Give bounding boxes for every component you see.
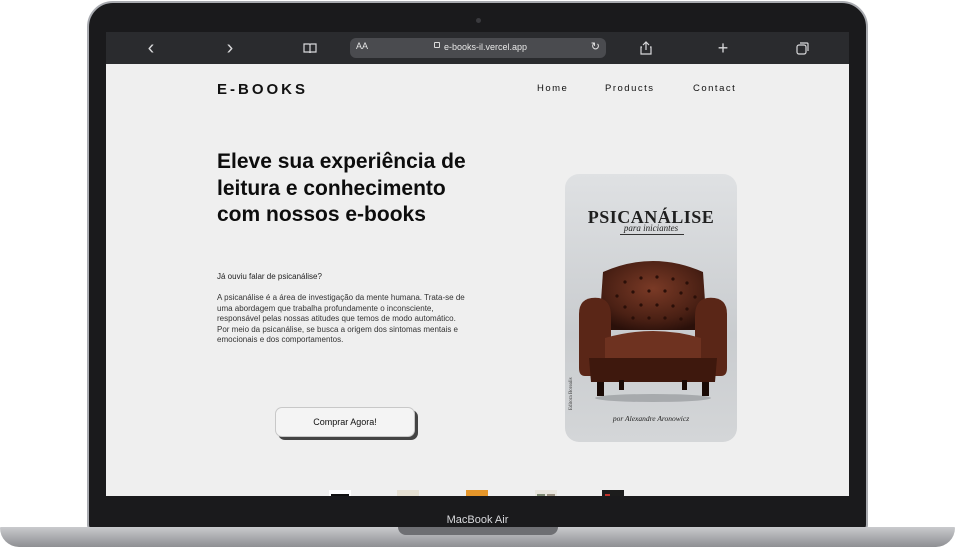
nav-contact[interactable]: Contact	[693, 83, 736, 94]
camera-icon	[476, 18, 481, 23]
featured-book-cover[interactable]: PSICANÁLISE para iniciantes Editora Bore…	[565, 174, 737, 442]
book-author: por Alexandre Aronowicz	[612, 414, 690, 423]
web-page: E-BOOKS Home Products Contact Eleve sua …	[106, 64, 849, 496]
tabs-overview-icon[interactable]	[790, 32, 814, 64]
buy-now-button[interactable]: Comprar Agora!	[275, 407, 415, 437]
back-icon[interactable]: ‹	[139, 32, 163, 64]
site-logo[interactable]: E-BOOKS	[217, 81, 308, 98]
book-thumbnail-5[interactable]	[602, 490, 624, 496]
browser-toolbar: ‹ › AA e-books-il.vercel.app ↻ +	[106, 32, 849, 64]
title-underline	[620, 234, 684, 235]
armchair-illustration	[579, 261, 727, 402]
forward-icon[interactable]: ›	[218, 32, 242, 64]
book-subtitle: para iniciantes	[623, 223, 679, 233]
book-thumbnail-4[interactable]	[535, 490, 557, 496]
nav-products[interactable]: Products	[605, 83, 655, 94]
text-size-button[interactable]: AA	[356, 41, 368, 51]
book-publisher: Editora Borealis	[569, 377, 574, 410]
address-bar[interactable]: AA e-books-il.vercel.app ↻	[350, 38, 606, 58]
new-tab-icon[interactable]: +	[711, 32, 735, 64]
hero-description: A psicanálise é a área de investigação d…	[217, 293, 465, 344]
url-text[interactable]: e-books-il.vercel.app	[444, 42, 527, 52]
book-thumbnail-3[interactable]	[466, 490, 488, 496]
hero-headline: Eleve sua experiência de leitura e conhe…	[217, 150, 466, 226]
reload-icon[interactable]: ↻	[591, 40, 600, 53]
share-icon[interactable]	[634, 32, 658, 64]
model-label: MacBook Air	[446, 514, 509, 526]
lock-icon	[434, 42, 440, 48]
bookmarks-icon[interactable]	[298, 32, 322, 64]
laptop-base-notch	[398, 527, 558, 535]
book-thumbnail-1[interactable]	[329, 490, 351, 496]
book-thumbnail-2[interactable]	[397, 490, 419, 496]
screen: ‹ › AA e-books-il.vercel.app ↻ + E-BOOKS…	[106, 32, 849, 496]
hero-lead: Já ouviu falar de psicanálise?	[217, 272, 322, 281]
nav-home[interactable]: Home	[537, 83, 568, 94]
